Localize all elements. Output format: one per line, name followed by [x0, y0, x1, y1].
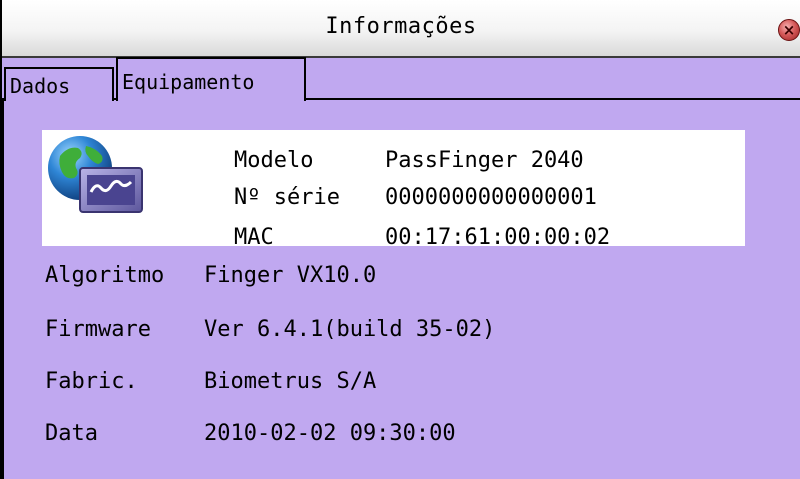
info-window: Informações × Dados Equipamento Modelo P…	[0, 0, 800, 479]
firmware-value: Ver 6.4.1(build 35-02)	[204, 317, 496, 342]
serial-value: 0000000000000001	[385, 185, 597, 210]
manufacturer-value: Biometrus S/A	[204, 369, 377, 394]
tab-dados[interactable]: Dados	[4, 67, 114, 101]
date-value: 2010-02-02 09:30:00	[204, 421, 456, 446]
tab-strip-divider-right	[306, 98, 800, 100]
firmware-label: Firmware	[45, 317, 151, 342]
tab-equipamento[interactable]: Equipamento	[116, 57, 306, 101]
window-title: Informações	[325, 14, 477, 39]
date-label: Data	[45, 421, 98, 446]
manufacturer-label: Fabric.	[45, 369, 138, 394]
panel-border	[2, 100, 4, 479]
model-value: PassFinger 2040	[385, 148, 584, 173]
algorithm-label: Algoritmo	[45, 263, 165, 288]
model-label: Modelo	[234, 148, 314, 173]
mac-label: MAC	[234, 225, 274, 250]
serial-label: Nº série	[234, 185, 340, 210]
close-icon[interactable]: ×	[778, 19, 800, 41]
mac-value: 00:17:61:00:00:02	[385, 225, 611, 250]
title-bar: Informações ×	[2, 0, 800, 58]
network-device-icon	[48, 136, 143, 213]
algorithm-value: Finger VX10.0	[204, 263, 377, 288]
